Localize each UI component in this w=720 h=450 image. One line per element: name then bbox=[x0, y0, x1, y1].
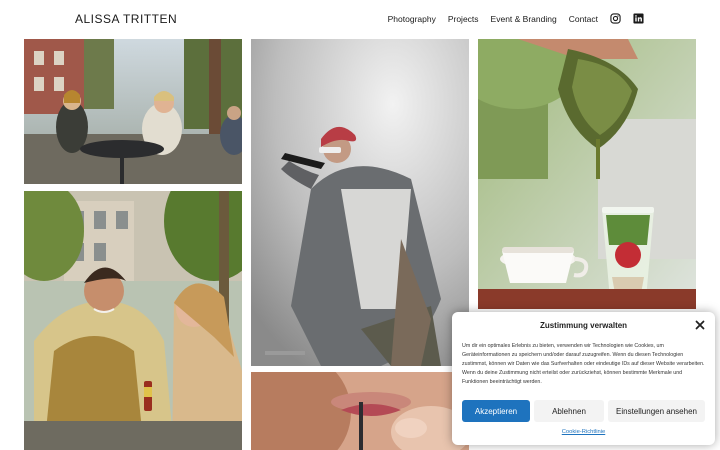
accept-button[interactable]: Akzeptieren bbox=[462, 400, 530, 422]
site-logo[interactable]: ALISSA TRITTEN bbox=[75, 12, 177, 26]
linkedin-icon[interactable] bbox=[633, 13, 644, 24]
main-nav: Photography Projects Event & Branding Co… bbox=[388, 13, 644, 24]
site-header: ALISSA TRITTEN Photography Projects Even… bbox=[0, 0, 720, 38]
gallery-photo-matcha-pour[interactable] bbox=[478, 39, 696, 309]
cookie-title: Zustimmung verwalten bbox=[539, 321, 628, 330]
gallery-photo-woman-straw[interactable] bbox=[251, 372, 469, 450]
instagram-icon[interactable] bbox=[610, 13, 621, 24]
cookie-policy-link[interactable]: Cookie-Richtlinie bbox=[452, 429, 715, 435]
nav-projects[interactable]: Projects bbox=[448, 14, 479, 24]
nav-contact[interactable]: Contact bbox=[569, 14, 598, 24]
gallery-photo-friends-cafe[interactable] bbox=[24, 39, 242, 184]
nav-event-branding[interactable]: Event & Branding bbox=[491, 14, 557, 24]
close-icon[interactable] bbox=[695, 320, 705, 330]
settings-button[interactable]: Einstellungen ansehen bbox=[608, 400, 705, 422]
deny-button[interactable]: Ablehnen bbox=[534, 400, 604, 422]
nav-photography[interactable]: Photography bbox=[388, 14, 436, 24]
gallery-photo-couple-park[interactable] bbox=[24, 191, 242, 450]
gallery-photo-singer-stage[interactable] bbox=[251, 39, 469, 366]
cookie-message: Um dir ein optimales Erlebnis zu bieten,… bbox=[462, 343, 705, 385]
cookie-consent-dialog: Zustimmung verwalten Um dir ein optimale… bbox=[452, 312, 715, 445]
